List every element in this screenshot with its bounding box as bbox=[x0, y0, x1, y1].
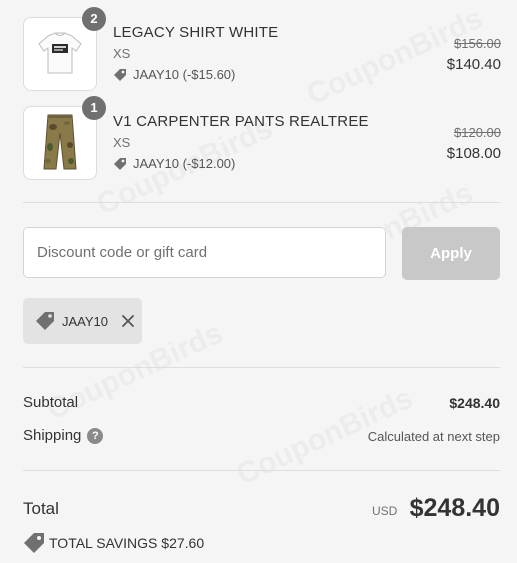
tag-icon bbox=[24, 533, 44, 553]
shipping-row: Shipping? bbox=[23, 427, 104, 445]
subtotal-value: $248.40 bbox=[449, 395, 500, 411]
product-title: LEGACY SHIRT WHITE bbox=[113, 24, 279, 41]
divider bbox=[23, 470, 500, 471]
product-variant: XS bbox=[113, 46, 131, 61]
tag-icon bbox=[114, 157, 126, 170]
item-discount-label: JAAY10 (-$15.60) bbox=[133, 67, 236, 82]
original-price: $120.00 bbox=[454, 125, 501, 140]
help-icon[interactable]: ? bbox=[87, 428, 104, 445]
tag-icon bbox=[36, 312, 54, 330]
line-item: 2 LEGACY SHIRT WHITE XS JAAY10 (-$15.60)… bbox=[23, 7, 501, 91]
total-label: Total bbox=[23, 499, 59, 518]
white-shirt-image bbox=[38, 32, 82, 74]
total-amount: $248.40 bbox=[409, 494, 500, 522]
discounted-price: $140.40 bbox=[446, 56, 501, 73]
product-title: V1 CARPENTER PANTS REALTREE bbox=[113, 113, 369, 130]
total-savings: TOTAL SAVINGS $27.60 bbox=[23, 532, 204, 554]
quantity-badge: 1 bbox=[82, 96, 106, 120]
line-item: 1 V1 CARPENTER PANTS REALTREE XS JAAY10 … bbox=[23, 96, 501, 180]
quantity-badge: 2 bbox=[82, 7, 106, 31]
applied-code-label: JAAY10 bbox=[62, 313, 109, 329]
applied-discount-tag: JAAY10 bbox=[23, 298, 142, 344]
apply-button[interactable]: Apply bbox=[402, 227, 500, 280]
discounted-price: $108.00 bbox=[446, 145, 501, 162]
divider bbox=[23, 202, 500, 203]
item-discount-label: JAAY10 (-$12.00) bbox=[133, 156, 236, 171]
remove-discount-button[interactable] bbox=[122, 315, 134, 327]
product-variant: XS bbox=[113, 135, 131, 150]
shipping-label: Shipping bbox=[23, 427, 82, 444]
camo-pants-image bbox=[43, 114, 77, 170]
close-icon[interactable] bbox=[122, 315, 134, 327]
tag-icon bbox=[114, 68, 126, 81]
subtotal-label: Subtotal bbox=[23, 394, 79, 411]
item-discount: JAAY10 (-$12.00) bbox=[113, 156, 235, 171]
divider bbox=[23, 367, 500, 368]
item-discount: JAAY10 (-$15.60) bbox=[113, 67, 235, 82]
total-savings-label: TOTAL SAVINGS $27.60 bbox=[49, 535, 205, 551]
discount-code-input[interactable] bbox=[23, 227, 386, 278]
original-price: $156.00 bbox=[454, 36, 501, 51]
shipping-value: Calculated at next step bbox=[367, 429, 500, 444]
currency-code: USD bbox=[372, 504, 398, 518]
